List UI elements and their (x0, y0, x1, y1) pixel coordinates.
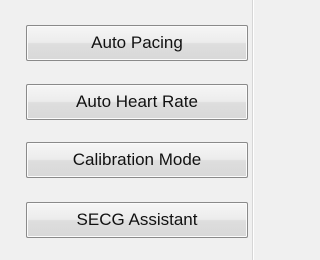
panel-divider-highlight (253, 0, 254, 260)
button-panel: Auto Pacing Auto Heart Rate Calibration … (0, 0, 260, 260)
auto-pacing-button[interactable]: Auto Pacing (26, 25, 248, 61)
auto-heart-rate-button[interactable]: Auto Heart Rate (26, 84, 248, 120)
calibration-mode-button[interactable]: Calibration Mode (26, 142, 248, 178)
secg-assistant-button[interactable]: SECG Assistant (26, 202, 248, 238)
